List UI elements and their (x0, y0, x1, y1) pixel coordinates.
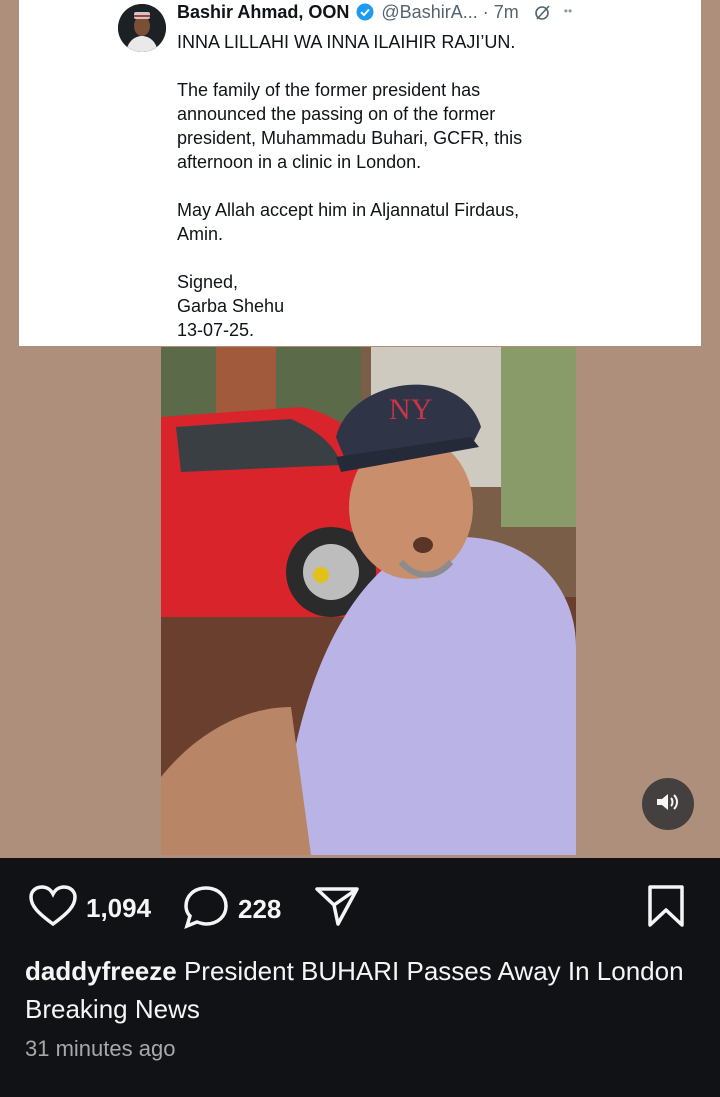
video-frame: NY (161, 347, 576, 855)
comment-icon[interactable] (182, 884, 230, 935)
bookmark-icon[interactable] (646, 884, 686, 933)
sound-toggle-button[interactable] (642, 778, 694, 830)
tweet-paragraph: The family of the former president has a… (177, 80, 523, 172)
comment-action[interactable]: 228 (182, 884, 281, 935)
save-action[interactable] (646, 884, 686, 933)
caption-username[interactable]: daddyfreeze (25, 956, 177, 986)
like-count: 1,094 (86, 893, 152, 923)
tweet-author-name[interactable]: Bashir Ahmad, OON (177, 2, 349, 22)
post-footer: 1,094 228 daddyfreeze President BUHARI P… (0, 858, 720, 1097)
like-action[interactable]: 1,094 (28, 884, 151, 933)
tweet-paragraph: May Allah accept him in Aljannatul Firda… (177, 200, 520, 244)
verified-badge-icon (356, 3, 374, 26)
heart-icon[interactable] (28, 884, 78, 933)
more-icon: •• (563, 4, 573, 18)
tweet-paragraph: INNA LILLAHI WA INNA ILAIHIR RAJI’UN. (177, 32, 516, 52)
tweet-avatar (118, 4, 166, 52)
post-timestamp: 31 minutes ago (25, 1036, 176, 1061)
grok-icon (534, 4, 551, 26)
sound-on-icon (655, 791, 681, 818)
video-player[interactable]: NY (161, 347, 576, 855)
tweet-paragraph: Signed, Garba Shehu 13-07-25. (177, 272, 285, 340)
comment-count: 228 (238, 894, 282, 924)
post-caption: daddyfreeze President BUHARI Passes Away… (25, 952, 695, 1028)
tweet-time: · 7m (482, 2, 519, 22)
post-media[interactable]: Bashir Ahmad, OON @BashirA... · 7m •• IN… (0, 0, 720, 858)
svg-text:NY: NY (389, 393, 432, 426)
share-icon[interactable] (314, 884, 360, 933)
tweet-header: Bashir Ahmad, OON @BashirA... · 7m •• (177, 2, 677, 26)
tweet-body: INNA LILLAHI WA INNA ILAIHIR RAJI’UN. Th… (177, 30, 657, 342)
share-action[interactable] (314, 884, 360, 933)
tweet-handle[interactable]: @BashirA... (381, 2, 477, 22)
